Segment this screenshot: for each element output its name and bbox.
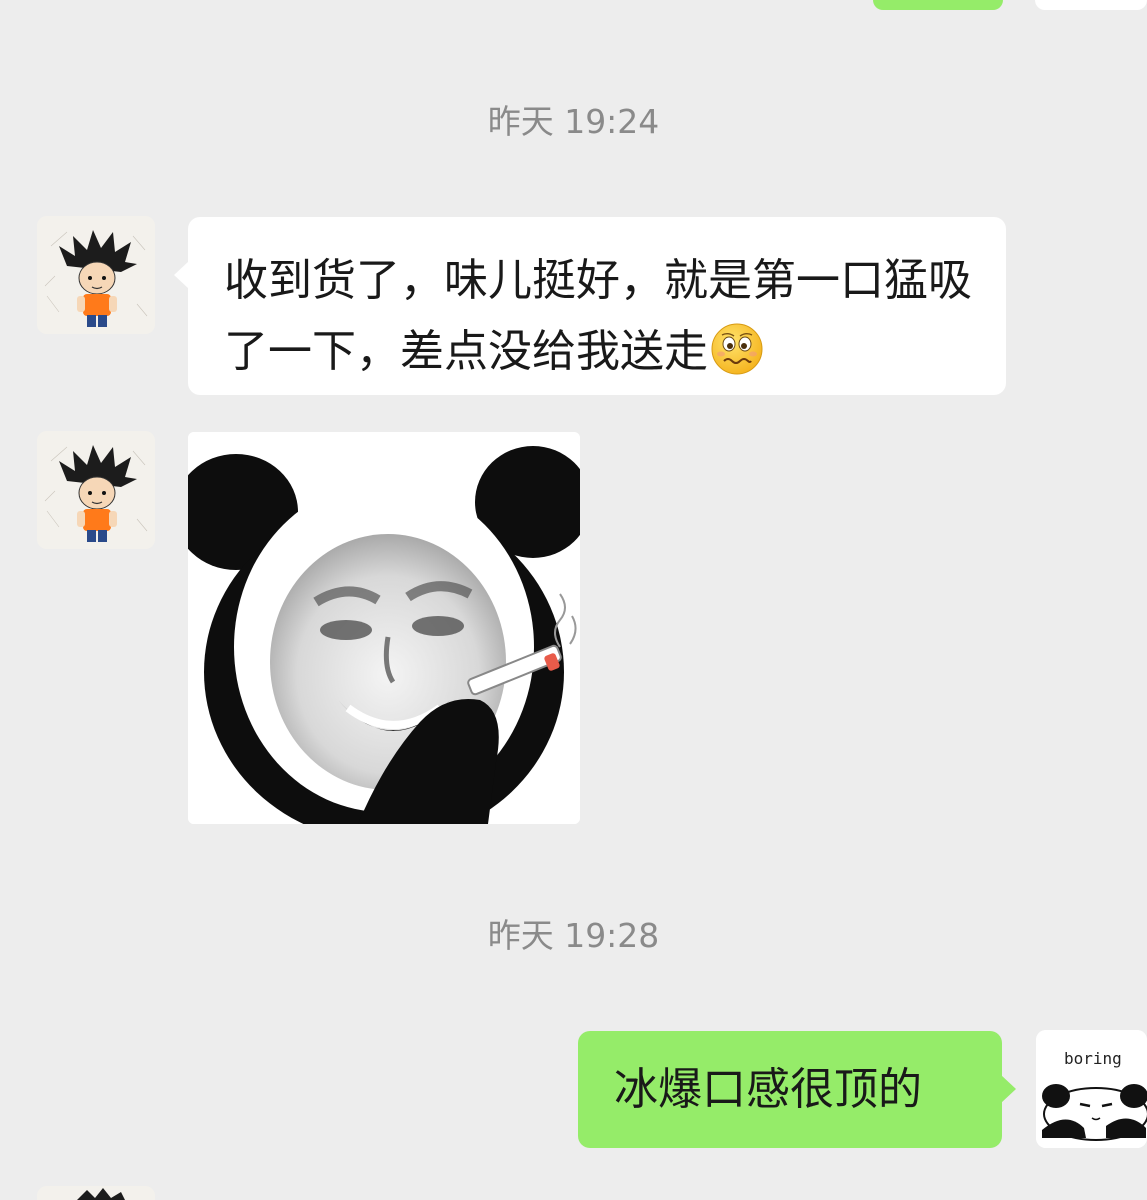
self-avatar[interactable]: boring bbox=[1036, 1030, 1147, 1148]
contact-avatar[interactable] bbox=[37, 216, 155, 334]
avatar-caption: boring bbox=[1064, 1049, 1122, 1068]
self-avatar-partial[interactable] bbox=[1035, 0, 1147, 10]
message-text: 收到货了，味儿挺好，就是第一口猛吸了一下，差点没给我送走 bbox=[224, 255, 972, 377]
timestamp: 昨天 19:24 bbox=[487, 102, 660, 141]
woozy-face-icon bbox=[710, 322, 764, 376]
bubble-tail bbox=[174, 261, 189, 289]
previous-outgoing-bubble[interactable] bbox=[873, 0, 1003, 10]
timestamp: 昨天 19:28 bbox=[487, 916, 660, 955]
contact-avatar-partial[interactable] bbox=[37, 1186, 155, 1200]
panda-smoking-sticker[interactable] bbox=[188, 432, 580, 824]
message-text: 冰爆口感很顶的 bbox=[614, 1064, 922, 1115]
bubble-tail bbox=[1001, 1075, 1016, 1103]
contact-avatar[interactable] bbox=[37, 431, 155, 549]
incoming-message-bubble[interactable]: 收到货了，味儿挺好，就是第一口猛吸了一下，差点没给我送走 bbox=[174, 217, 1006, 395]
outgoing-message-bubble[interactable]: 冰爆口感很顶的 bbox=[578, 1031, 1016, 1148]
